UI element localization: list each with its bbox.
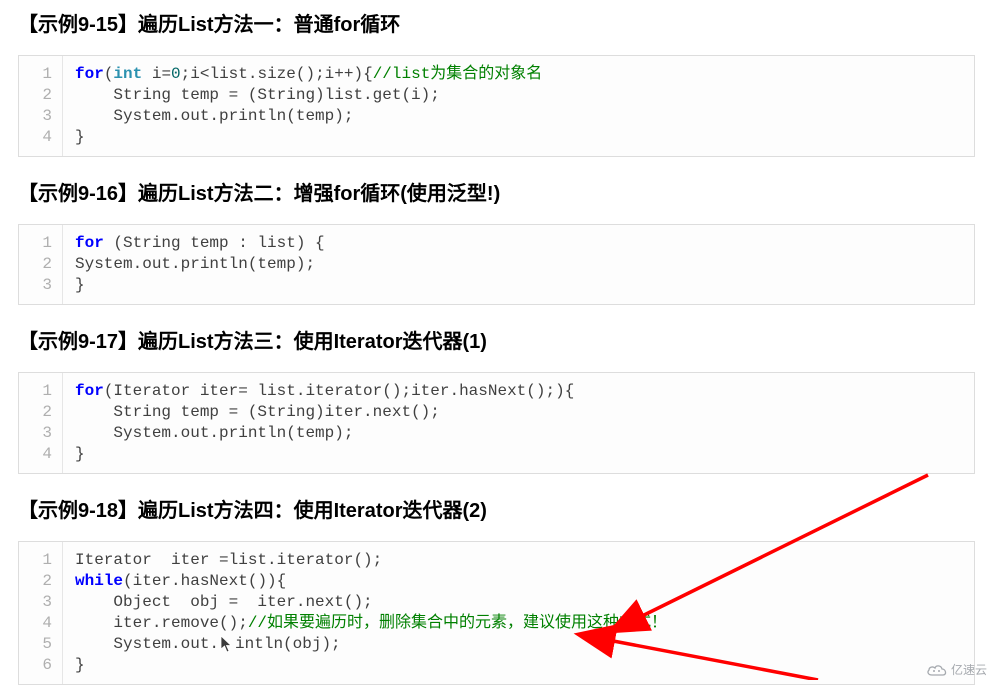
code-line: String temp = (String)iter.next(); <box>75 402 962 423</box>
code-line: Object obj = iter.next(); <box>75 592 962 613</box>
code-content: for (String temp : list) {System.out.pri… <box>63 225 974 304</box>
code-line: while(iter.hasNext()){ <box>75 571 962 592</box>
code-line: System.out.println(temp); <box>75 254 962 275</box>
cloud-icon <box>926 663 948 677</box>
code-block-9-17: 1 2 3 4 for(Iterator iter= list.iterator… <box>18 372 975 474</box>
code-line: for(int i=0;i<list.size();i++){//list为集合… <box>75 64 962 85</box>
code-line: for (String temp : list) { <box>75 233 962 254</box>
code-line: System.out.println(temp); <box>75 423 962 444</box>
watermark-text: 亿速云 <box>951 661 987 678</box>
document-container: 【示例9-15】遍历List方法一：普通for循环 1 2 3 4 for(in… <box>0 0 993 685</box>
line-gutter: 1 2 3 4 <box>19 373 63 473</box>
code-content: for(Iterator iter= list.iterator();iter.… <box>63 373 974 473</box>
code-line: String temp = (String)list.get(i); <box>75 85 962 106</box>
section-title-9-16: 【示例9-16】遍历List方法二：增强for循环(使用泛型!) <box>0 169 993 214</box>
code-line: } <box>75 275 962 296</box>
code-line: for(Iterator iter= list.iterator();iter.… <box>75 381 962 402</box>
code-line: } <box>75 444 962 465</box>
code-line: iter.remove();//如果要遍历时，删除集合中的元素，建议使用这种方式… <box>75 613 962 634</box>
code-block-9-18: 1 2 3 4 5 6 Iterator iter =list.iterator… <box>18 541 975 685</box>
line-gutter: 1 2 3 <box>19 225 63 304</box>
line-gutter: 1 2 3 4 <box>19 56 63 156</box>
section-title-9-18: 【示例9-18】遍历List方法四：使用Iterator迭代器(2) <box>0 486 993 531</box>
code-line: Iterator iter =list.iterator(); <box>75 550 962 571</box>
code-line: System.out.println(temp); <box>75 106 962 127</box>
code-line: } <box>75 655 962 676</box>
section-title-9-17: 【示例9-17】遍历List方法三：使用Iterator迭代器(1) <box>0 317 993 362</box>
code-block-9-16: 1 2 3 for (String temp : list) {System.o… <box>18 224 975 305</box>
line-gutter: 1 2 3 4 5 6 <box>19 542 63 684</box>
mouse-cursor-icon <box>219 635 235 653</box>
code-content: for(int i=0;i<list.size();i++){//list为集合… <box>63 56 974 156</box>
code-block-9-15: 1 2 3 4 for(int i=0;i<list.size();i++){/… <box>18 55 975 157</box>
watermark: 亿速云 <box>926 661 987 678</box>
code-content: Iterator iter =list.iterator();while(ite… <box>63 542 974 684</box>
code-line: System.out.intln(obj); <box>75 634 962 655</box>
section-title-9-15: 【示例9-15】遍历List方法一：普通for循环 <box>0 0 993 45</box>
code-line: } <box>75 127 962 148</box>
